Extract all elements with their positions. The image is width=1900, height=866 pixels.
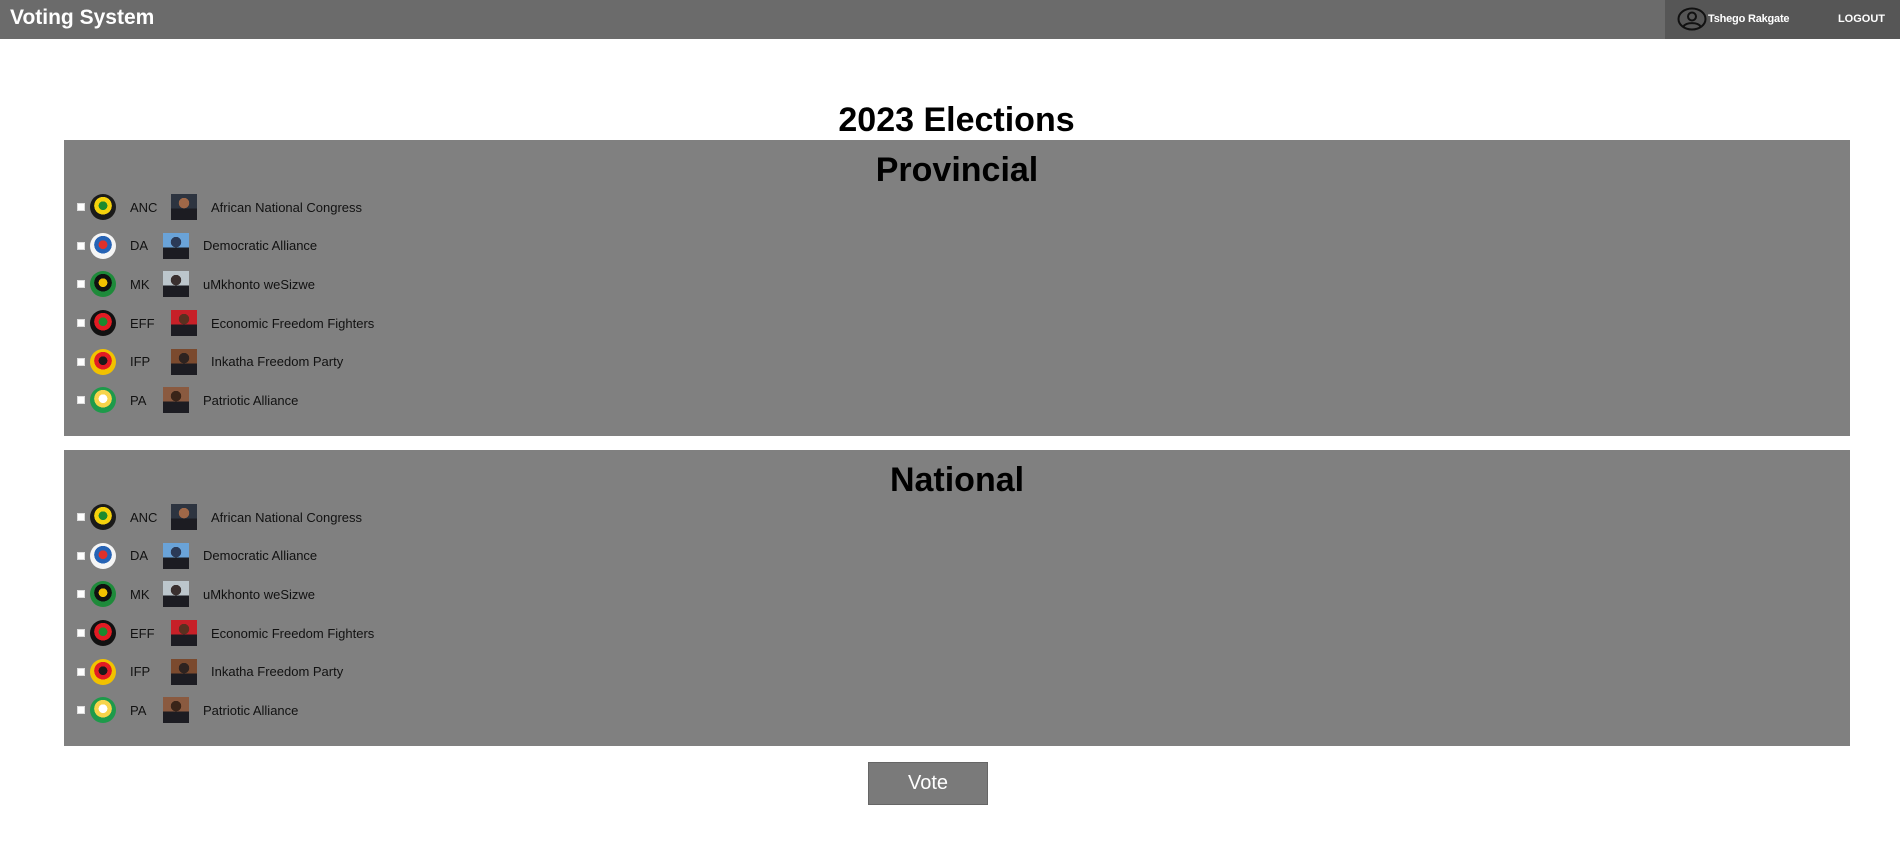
party-checkbox[interactable] xyxy=(77,629,85,638)
vote-button[interactable]: Vote xyxy=(868,762,988,805)
party-row: IFP Inkatha Freedom Party xyxy=(77,652,374,691)
party-abbreviation: PA xyxy=(130,392,147,408)
party-logo-icon xyxy=(90,658,116,685)
party-name: Democratic Alliance xyxy=(203,238,318,254)
party-logo-icon xyxy=(90,348,116,375)
logout-link[interactable]: LOGOUT xyxy=(1838,13,1885,25)
party-name: Inkatha Freedom Party xyxy=(211,354,344,370)
party-checkbox[interactable] xyxy=(77,203,85,212)
party-row: PA Patriotic Alliance xyxy=(77,381,374,420)
party-row: DA Democratic Alliance xyxy=(77,227,374,266)
candidate-photo xyxy=(171,504,197,531)
app-title: Voting System xyxy=(10,6,155,29)
candidate-photo xyxy=(163,387,189,414)
user-name: Tshego Rakgate xyxy=(1708,13,1790,25)
party-name: African National Congress xyxy=(211,199,363,215)
party-checkbox[interactable] xyxy=(77,667,85,676)
party-row: DA Democratic Alliance xyxy=(77,537,374,576)
party-row: EFF Economic Freedom Fighters xyxy=(77,304,374,343)
party-checkbox[interactable] xyxy=(77,551,85,560)
party-abbreviation: EFF xyxy=(130,625,155,641)
candidate-photo xyxy=(171,310,197,337)
top-bar: Voting System Tshego Rakgate LOGOUT xyxy=(0,0,1900,39)
party-row: PA Patriotic Alliance xyxy=(77,691,374,730)
candidate-photo xyxy=(171,658,197,685)
candidate-photo xyxy=(163,581,189,608)
provincial-party-list: ANC African National Congress DA Democratic… xyxy=(77,188,374,420)
party-logo-icon xyxy=(90,697,116,724)
party-name: Economic Freedom Fighters xyxy=(211,315,375,331)
party-logo-icon xyxy=(90,620,116,647)
party-abbreviation: DA xyxy=(130,548,149,564)
party-abbreviation: PA xyxy=(130,702,147,718)
party-name: Inkatha Freedom Party xyxy=(211,664,344,680)
party-abbreviation: DA xyxy=(130,238,149,254)
party-name: Economic Freedom Fighters xyxy=(211,625,375,641)
party-checkbox[interactable] xyxy=(77,319,85,328)
party-name: Democratic Alliance xyxy=(203,548,318,564)
page-title: 2023 Elections xyxy=(838,101,1075,139)
party-name: African National Congress xyxy=(211,509,363,525)
user-icon xyxy=(1677,7,1707,31)
party-name: uMkhonto weSizwe xyxy=(203,276,315,292)
party-checkbox[interactable] xyxy=(77,280,85,289)
party-abbreviation: EFF xyxy=(130,315,155,331)
party-row: MK uMkhonto weSizwe xyxy=(77,575,374,614)
party-abbreviation: IFP xyxy=(130,664,151,680)
candidate-photo xyxy=(171,194,197,221)
national-title: National xyxy=(889,461,1025,499)
candidate-photo xyxy=(163,542,189,569)
party-row: MK uMkhonto weSizwe xyxy=(77,265,374,304)
party-checkbox[interactable] xyxy=(77,396,85,405)
candidate-photo xyxy=(163,697,189,724)
party-logo-icon xyxy=(90,310,116,337)
party-row: ANC African National Congress xyxy=(77,498,374,537)
party-logo-icon xyxy=(90,504,116,531)
candidate-photo xyxy=(171,620,197,647)
party-row: ANC African National Congress xyxy=(77,188,374,227)
party-name: uMkhonto weSizwe xyxy=(203,586,315,602)
party-abbreviation: MK xyxy=(130,276,150,292)
party-logo-icon xyxy=(90,387,116,414)
party-row: IFP Inkatha Freedom Party xyxy=(77,342,374,381)
provincial-title: Provincial xyxy=(875,151,1039,189)
provincial-panel: Provincial ANC African National Congress D… xyxy=(64,140,1850,436)
user-area: Tshego Rakgate LOGOUT xyxy=(1665,0,1900,39)
national-panel: National ANC African National Congress DA D… xyxy=(64,450,1850,746)
party-abbreviation: IFP xyxy=(130,354,151,370)
party-checkbox[interactable] xyxy=(77,241,85,250)
party-logo-icon xyxy=(90,581,116,608)
candidate-photo xyxy=(163,232,189,259)
party-name: Patriotic Alliance xyxy=(203,702,299,718)
party-logo-icon xyxy=(90,232,116,259)
party-abbreviation: ANC xyxy=(130,199,158,215)
candidate-photo xyxy=(171,348,197,375)
national-party-list: ANC African National Congress DA Democratic… xyxy=(77,498,374,730)
party-logo-icon xyxy=(90,271,116,298)
party-checkbox[interactable] xyxy=(77,357,85,366)
party-logo-icon xyxy=(90,194,116,221)
party-checkbox[interactable] xyxy=(77,706,85,715)
party-abbreviation: ANC xyxy=(130,509,158,525)
candidate-photo xyxy=(163,271,189,298)
party-logo-icon xyxy=(90,542,116,569)
party-name: Patriotic Alliance xyxy=(203,392,299,408)
party-row: EFF Economic Freedom Fighters xyxy=(77,614,374,653)
party-checkbox[interactable] xyxy=(77,590,85,599)
party-checkbox[interactable] xyxy=(77,513,85,522)
party-abbreviation: MK xyxy=(130,586,150,602)
